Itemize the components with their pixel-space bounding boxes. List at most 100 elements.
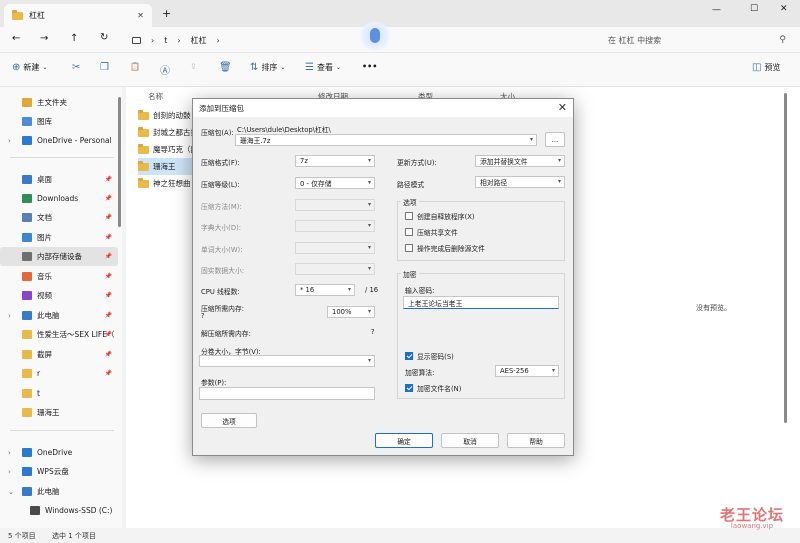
format-select[interactable]: 7z ▾ [295, 155, 375, 167]
share-icon[interactable]: ⇪ [190, 62, 197, 71]
address-bar[interactable]: › t › 杠杠 › [126, 30, 592, 50]
close-tab-icon[interactable]: ✕ [137, 11, 144, 20]
chevron-right-icon[interactable]: › [8, 468, 11, 476]
back-arrow-icon[interactable]: ← [12, 33, 20, 44]
dict-select[interactable]: ▾ [295, 220, 375, 232]
encryption-method-label: 加密算法: [405, 369, 435, 377]
tab-title: 杠杠 [29, 11, 45, 20]
copy-icon[interactable]: ❐ [100, 62, 109, 73]
sidebar-item[interactable]: › WPS云盘 [0, 462, 118, 481]
sidebar-item[interactable]: 图库 [0, 112, 118, 131]
chevron-right-icon: › [151, 35, 155, 45]
search-input[interactable]: 在 杠杠 中搜索 ⚲ [604, 30, 794, 50]
new-tab-button[interactable]: + [162, 7, 171, 20]
close-window-button[interactable]: ✕ [780, 4, 788, 14]
solid-select[interactable]: ▾ [295, 263, 375, 275]
sidebar-item[interactable]: 性爱生活～SEX LIFE（ 📌 [0, 325, 118, 344]
refresh-icon[interactable]: ↻ [100, 32, 108, 43]
view-button[interactable]: ☰ 查看 ⌄ [305, 62, 341, 73]
file-row[interactable]: 魔导巧克（副 [138, 141, 198, 158]
maximize-button[interactable]: ☐ [750, 4, 758, 14]
encrypt-names-checkbox[interactable]: 加密文件名(N) [405, 383, 461, 393]
tab-folder[interactable]: 杠杠 ✕ [4, 4, 152, 27]
memory-percent-select[interactable]: 100% ▾ [327, 306, 375, 318]
method-select[interactable]: ▾ [295, 199, 375, 211]
new-button[interactable]: ⊕ 新建 ⌄ [12, 62, 47, 73]
sidebar-item-label: 性爱生活～SEX LIFE（ [37, 330, 115, 339]
options-button[interactable]: 选项 [201, 413, 257, 428]
dialog-titlebar: 添加到压缩包 ✕ [193, 99, 573, 117]
file-row[interactable]: 封城之都古拉 [138, 124, 198, 141]
sidebar-item[interactable]: Downloads 📌 [0, 189, 118, 208]
sidebar-item[interactable]: t [0, 384, 118, 403]
file-row[interactable]: 神之狂想曲 [138, 175, 198, 192]
rename-icon[interactable]: Ⓐ [160, 62, 170, 77]
delete-icon[interactable]: 🗑 [219, 62, 232, 73]
sidebar-item[interactable]: Windows-SSD (C:) [0, 501, 118, 520]
delete-after-checkbox[interactable]: 操作完成后删除源文件 [405, 243, 485, 253]
params-input[interactable] [199, 387, 375, 400]
sidebar-item[interactable]: 视频 📌 [0, 286, 118, 305]
mouse-icon [370, 28, 380, 43]
browse-button[interactable]: ... [545, 132, 565, 147]
chevron-down-icon[interactable]: ⌄ [8, 488, 14, 496]
update-select[interactable]: 添加并替换文件 ▾ [475, 155, 565, 167]
level-label: 压缩等级(L): [201, 181, 240, 189]
minimize-button[interactable]: — [712, 5, 721, 15]
chevron-right-icon[interactable]: › [8, 312, 11, 320]
sidebar-item[interactable]: 图片 📌 [0, 228, 118, 247]
chevron-down-icon: ▾ [367, 265, 371, 272]
sfx-checkbox[interactable]: 创建自释放程序(X) [405, 211, 475, 221]
chevron-right-icon: › [177, 35, 181, 45]
more-icon[interactable]: ••• [362, 62, 377, 71]
encryption-method-select[interactable]: AES-256 ▾ [495, 365, 559, 377]
sidebar-item-label: WPS云盘 [37, 467, 69, 476]
chevron-right-icon[interactable]: › [8, 449, 11, 457]
file-list-scrollbar[interactable] [784, 93, 787, 423]
pin-icon: 📌 [104, 176, 112, 183]
sidebar-scrollbar[interactable] [118, 97, 121, 227]
ok-button[interactable]: 确定 [375, 433, 433, 448]
cpu-select[interactable]: * 16 ▾ [295, 284, 355, 296]
paste-icon[interactable]: 📋 [130, 62, 140, 71]
sidebar-item[interactable]: 音乐 📌 [0, 267, 118, 286]
help-button[interactable]: 帮助 [507, 433, 565, 448]
sidebar-item[interactable]: 文档 📌 [0, 208, 118, 227]
forward-arrow-icon[interactable]: → [40, 33, 48, 44]
sidebar-item[interactable]: 内部存储设备 📌 [0, 247, 118, 266]
cancel-button[interactable]: 取消 [441, 433, 499, 448]
sidebar-item[interactable]: 珊海王 [0, 403, 118, 422]
sidebar-item-label: Windows-SSD (C:) [45, 506, 113, 515]
sidebar-item[interactable]: 截屏 📌 [0, 345, 118, 364]
sort-button[interactable]: ⇅ 排序 ⌄ [250, 62, 285, 73]
shared-files-checkbox[interactable]: 压缩共享文件 [405, 227, 458, 237]
sidebar-item[interactable]: r 📌 [0, 364, 118, 383]
file-row[interactable]: 创刻的动鼓 [138, 107, 198, 124]
level-select[interactable]: 0 - 仅存储 ▾ [295, 177, 375, 189]
column-name[interactable]: 名称 [148, 91, 163, 102]
file-row[interactable]: 珊海王 [138, 158, 198, 175]
breadcrumb-t[interactable]: t [164, 36, 167, 45]
split-select[interactable]: ▾ [199, 355, 375, 367]
sidebar-item[interactable]: 桌面 📌 [0, 170, 118, 189]
preview-button[interactable]: ◫ 预览 [752, 62, 780, 73]
archive-name-field[interactable]: 珊海王.7z ▾ [235, 134, 537, 146]
show-password-checkbox[interactable]: 显示密码(S) [405, 351, 454, 361]
up-arrow-icon[interactable]: ↑ [70, 33, 78, 44]
decompress-memory-value: ? [371, 328, 375, 336]
password-input[interactable]: 上老王论坛当老王 [403, 296, 559, 309]
sidebar-item[interactable]: › OneDrive - Personal [0, 131, 118, 150]
cut-icon[interactable]: ✂ [72, 62, 80, 73]
sidebar-item[interactable]: › 此电脑 📌 [0, 306, 118, 325]
sidebar-item-label: 图库 [37, 117, 52, 126]
breadcrumb-current[interactable]: 杠杠 [191, 35, 207, 46]
word-select[interactable]: ▾ [295, 242, 375, 254]
chevron-down-icon: ▾ [367, 201, 371, 208]
chevron-right-icon[interactable]: › [8, 137, 11, 145]
sidebar-item[interactable]: 主文件夹 [0, 93, 118, 112]
sidebar-item[interactable]: › OneDrive [0, 443, 118, 462]
dialog-close-button[interactable]: ✕ [558, 101, 567, 114]
chevron-down-icon: ⌄ [335, 64, 341, 71]
path-mode-select[interactable]: 相对路径 ▾ [475, 176, 565, 188]
sidebar-item[interactable]: ⌄ 此电脑 [0, 482, 118, 501]
